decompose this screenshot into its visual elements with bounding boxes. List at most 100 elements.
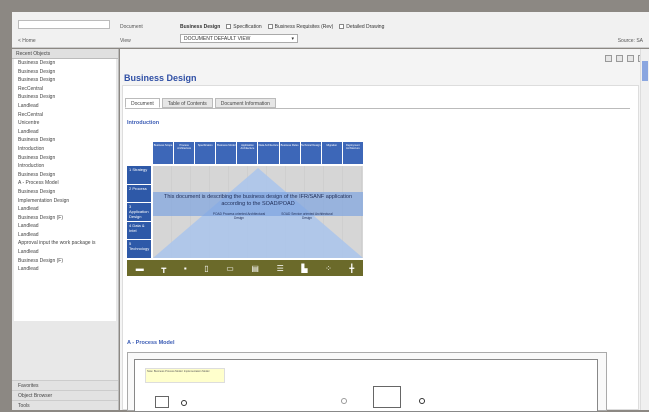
diagram-header-cell: Business Model (216, 142, 237, 164)
sidebar-item[interactable]: Introduction (14, 145, 116, 154)
diagram-row-label: 4 Data & Intel (127, 221, 151, 240)
sidebar-item[interactable]: Landlead (14, 248, 116, 257)
sidebar-item[interactable]: Unicentre (14, 119, 116, 128)
sidebar-item[interactable]: Landlead (14, 231, 116, 240)
process-note: Note: Business Process Model: Implementa… (145, 368, 225, 383)
tree-icon: ▙ (301, 263, 308, 273)
recent-objects-list: Business Design Business Design Business D… (14, 59, 116, 321)
sidebar-item[interactable]: Introduction (14, 162, 116, 171)
nav-tools[interactable]: Tools (12, 400, 118, 410)
process-doc-shape[interactable] (155, 396, 169, 408)
home-link[interactable]: < Home (18, 38, 36, 44)
section-process-model[interactable]: A - Process Model (127, 340, 174, 346)
diagram-rows: 1 Strategy 2 Process 3 Application Design 4… (127, 166, 151, 258)
sidebar-item[interactable]: Business Design (F) (14, 257, 116, 266)
sidebar-item[interactable]: Business Design (14, 76, 116, 85)
checkbox-icon[interactable] (339, 24, 345, 30)
search-input[interactable] (18, 20, 110, 29)
sidebar-item[interactable]: A - Process Model (14, 179, 116, 188)
sidebar-item[interactable]: Business Design (14, 93, 116, 102)
sidebar: Recent Objects Business Design Business D… (12, 49, 119, 410)
document-tabs: Document Table of Contents Document Info… (125, 98, 276, 108)
diagram-row-label: 5 Technology (127, 240, 151, 258)
ticket-icon: ▭ (226, 263, 234, 273)
window-icon: ▤ (251, 263, 259, 273)
option-business-requisites[interactable]: Business Requisites (Rev) (267, 24, 333, 30)
nav-favorites[interactable]: Favorites (12, 380, 118, 390)
diagram-header: Business Scope Process Architecture Specif… (153, 142, 363, 164)
document-toolbar (605, 55, 645, 62)
sidebar-item[interactable]: Landlead (14, 128, 116, 137)
diagram-sub-soad: SOAD Service oriented Architectural Desi… (281, 212, 333, 220)
chevron-down-icon[interactable]: ▾ (291, 35, 294, 43)
diagram-sub-poad: POAD Process oriented Architectural Desi… (212, 212, 266, 220)
sidebar-item[interactable]: Approval input the work package is (14, 239, 116, 248)
gantt-icon: ╋ (349, 263, 355, 273)
edit-icon[interactable] (627, 55, 634, 62)
list-icon: ☰ (276, 263, 284, 273)
diagram-main-text: This document is describing the business… (163, 194, 352, 207)
diagram-header-cell: Deployment Architecture (342, 142, 363, 164)
scrollbar-thumb[interactable] (642, 61, 648, 81)
sidebar-item[interactable]: Business Design (14, 188, 116, 197)
tab-document-information[interactable]: Document Information (214, 98, 276, 108)
sidebar-item[interactable]: Business Design (14, 68, 116, 77)
process-model-frame: Note: Business Process Model: Implementa… (127, 352, 607, 412)
sidebar-item[interactable]: Business Design (14, 136, 116, 145)
sidebar-item[interactable]: Landlead (14, 102, 116, 111)
workflow-icon: ▬ (135, 263, 144, 273)
print-icon[interactable] (605, 55, 612, 62)
sidebar-item[interactable]: Landlead (14, 222, 116, 231)
diagram-header-cell: Business Rules (279, 142, 300, 164)
diagram-icon-strip: ▬ ┳ ▪ ▯ ▭ ▤ ☰ ▙ ⁘ ╋ (127, 260, 363, 276)
sidebar-item[interactable]: RecCentral (14, 111, 116, 120)
option-detailed-drawing[interactable]: Detailed Drawing (339, 24, 384, 30)
sidebar-bottom-nav: Favorites Object Browser Tools (12, 380, 118, 410)
diagram-header-cell: Migration (321, 142, 342, 164)
architecture-diagram: Business Scope Process Architecture Specif… (127, 142, 363, 276)
number-icon: ▪ (183, 263, 187, 273)
source-label: Source: SA (617, 38, 643, 44)
sidebar-item[interactable]: Implementation Design (14, 197, 116, 206)
document-panel: Document Table of Contents Document Info… (122, 85, 639, 412)
nav-object-browser[interactable]: Object Browser (12, 390, 118, 400)
checkbox-icon[interactable] (226, 24, 232, 30)
view-select[interactable]: DOCUMENT DEFAULT VIEW ▾ (180, 34, 298, 43)
sidebar-item[interactable]: Business Design (14, 59, 116, 68)
diagram-row-label: 1 Strategy (127, 166, 151, 184)
view-label: View (120, 38, 131, 44)
tab-divider (125, 108, 630, 109)
main-content: Business Design Document Table of Conten… (120, 49, 649, 412)
sidebar-item[interactable]: Business Design (14, 171, 116, 180)
document-name: Business Design (180, 24, 221, 30)
process-task-shape[interactable] (373, 386, 401, 408)
sidebar-item[interactable]: Landlead (14, 205, 116, 214)
process-start-event[interactable] (181, 400, 187, 406)
diagram-header-cell: Technical Design (300, 142, 321, 164)
option-specification[interactable]: Specification (226, 24, 262, 30)
diagram-header-cell: Specification (195, 142, 216, 164)
process-model-canvas[interactable]: Note: Business Process Model: Implementa… (134, 359, 598, 412)
top-toolbar: < Home Document View Business Design Spe… (12, 12, 649, 48)
sidebar-item[interactable]: Landlead (14, 265, 116, 274)
tab-document[interactable]: Document (125, 98, 160, 108)
process-gateway[interactable] (341, 398, 347, 404)
document-options: Business Design Specification Business R… (180, 24, 384, 30)
sidebar-header: Recent Objects (12, 49, 118, 59)
document-icon: ▯ (204, 263, 209, 273)
sidebar-item[interactable]: RecCentral (14, 85, 116, 94)
export-icon[interactable] (616, 55, 623, 62)
page-title: Business Design (124, 73, 197, 83)
document-label: Document (120, 24, 143, 30)
tab-table-of-contents[interactable]: Table of Contents (161, 98, 213, 108)
section-introduction[interactable]: Introduction (127, 120, 159, 126)
sidebar-item[interactable]: Business Design (14, 154, 116, 163)
vertical-scrollbar[interactable] (640, 49, 649, 410)
view-select-value: DOCUMENT DEFAULT VIEW (184, 36, 251, 42)
process-end-event[interactable] (419, 398, 425, 404)
checkbox-icon[interactable] (267, 24, 273, 30)
diagram-row-label: 3 Application Design (127, 203, 151, 221)
sidebar-item[interactable]: Business Design (F) (14, 214, 116, 223)
diagram-header-cell: Business Scope (153, 142, 174, 164)
diagram-header-cell: Application Architecture (237, 142, 258, 164)
